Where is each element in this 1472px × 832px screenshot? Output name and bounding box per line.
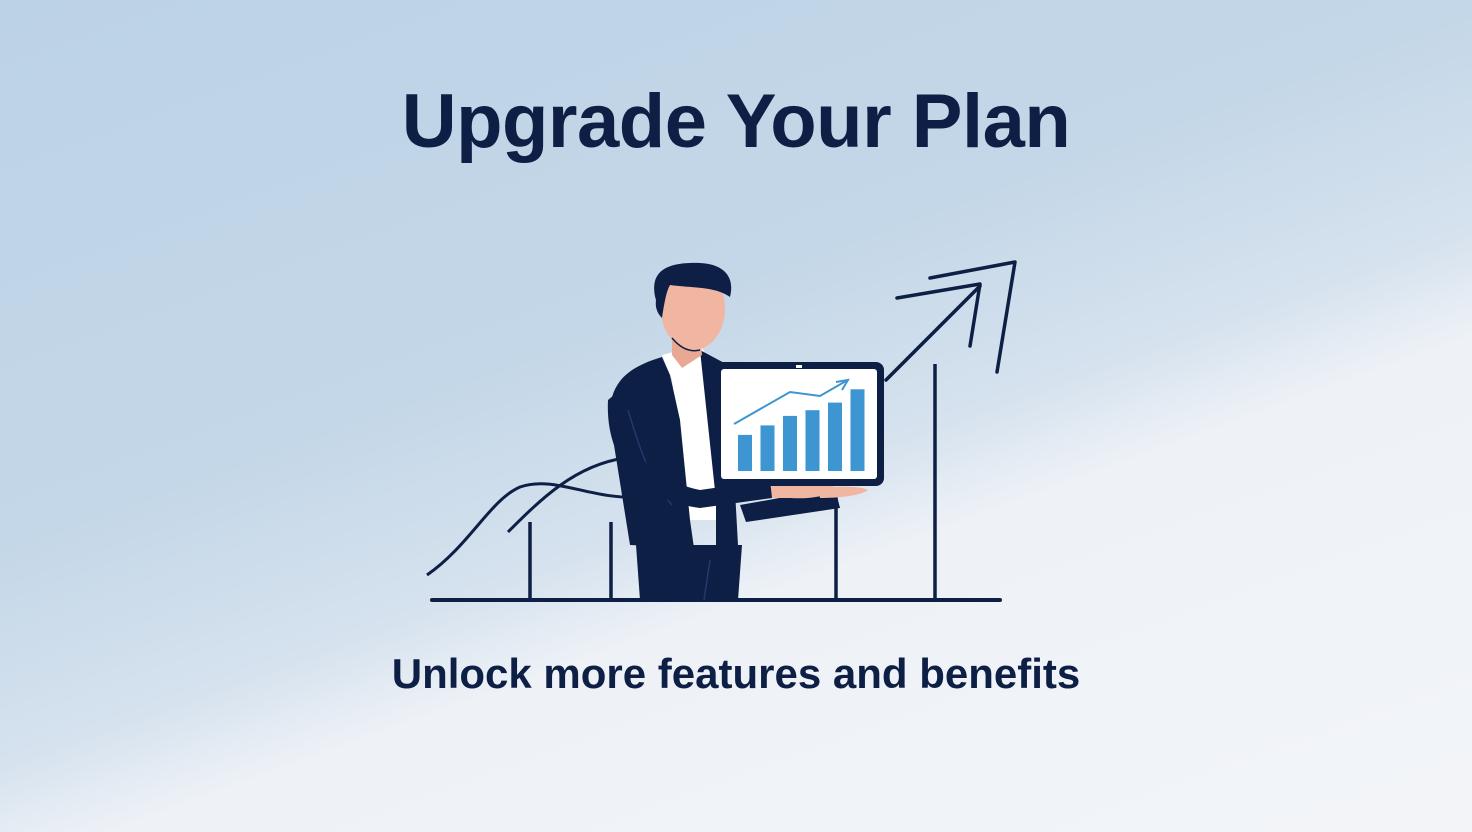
growth-arrow-shaft xyxy=(884,284,982,382)
growth-arrowhead xyxy=(895,282,982,348)
growth-illustration xyxy=(426,260,1017,602)
tablet-bar xyxy=(783,415,797,471)
growth-arrowhead-outer xyxy=(928,260,1017,374)
tablet-bar xyxy=(805,410,820,471)
subtitle: Unlock more features and benefits xyxy=(391,650,1081,697)
tablet-bar xyxy=(828,402,842,471)
tablet-bar xyxy=(738,434,752,471)
tablet xyxy=(714,362,884,486)
tablet-bar xyxy=(760,425,775,471)
wave-curve xyxy=(426,482,641,577)
tablet-bar xyxy=(850,389,865,471)
person-legs xyxy=(636,545,742,600)
